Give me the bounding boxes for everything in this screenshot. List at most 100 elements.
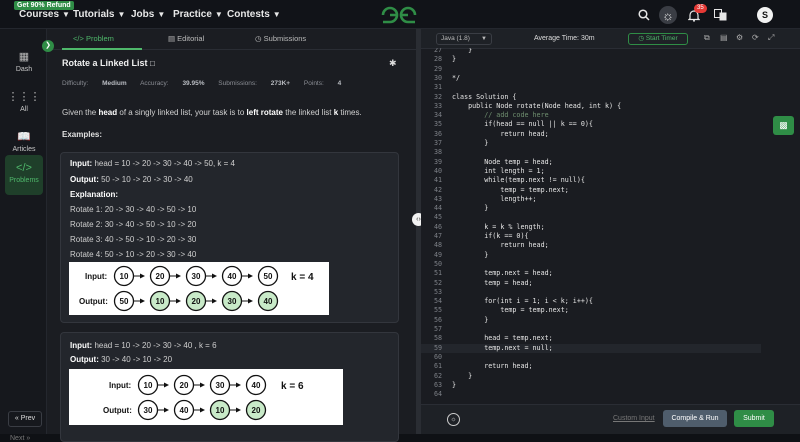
sidebar-item-dash[interactable]: ▦ Dash bbox=[5, 43, 43, 83]
line-number: 39 bbox=[433, 157, 442, 166]
line-number: 47 bbox=[433, 232, 442, 240]
settings-icon[interactable]: ⚙ bbox=[736, 33, 743, 42]
code-text: int length = 1; bbox=[452, 166, 545, 175]
code-text: temp = temp.next; bbox=[452, 306, 569, 315]
next-button[interactable]: Next » bbox=[10, 435, 30, 442]
language-select[interactable]: Java (1.8) ▼ bbox=[436, 33, 492, 45]
report-bug-icon[interactable]: ✱ bbox=[389, 58, 397, 69]
line-number: 27 bbox=[433, 48, 442, 54]
desc-bold: left rotate bbox=[246, 108, 283, 117]
node-value: 10 bbox=[144, 381, 153, 390]
lightbulb-icon[interactable]: ☼ bbox=[447, 413, 460, 426]
code-text: } bbox=[452, 380, 457, 389]
rotation-step: Rotate 4: 50 -> 10 -> 20 -> 30 -> 40 bbox=[70, 250, 197, 259]
code-line[interactable]: 59 temp.next = null; bbox=[421, 343, 761, 353]
line-number: 32 bbox=[433, 92, 442, 101]
line-number: 46 bbox=[433, 222, 442, 231]
theme-toggle-sun-icon[interactable]: ☼ bbox=[659, 6, 677, 24]
node-value: 20 bbox=[252, 406, 261, 415]
nav-contests[interactable]: Contests ▼ bbox=[227, 9, 281, 20]
code-icon: </> bbox=[16, 162, 32, 174]
search-icon[interactable] bbox=[635, 6, 653, 24]
code-text: temp.next = head; bbox=[452, 269, 553, 278]
code-icon: </> bbox=[73, 34, 86, 43]
rotation-step: Rotate 1: 20 -> 30 -> 40 -> 50 -> 10 bbox=[70, 205, 197, 214]
tab-submissions[interactable]: ◷ Submissions bbox=[255, 34, 306, 43]
input-value: head = 10 -> 20 -> 30 -> 40 -> 50, k = 4 bbox=[92, 159, 235, 168]
desc-text: the linked list bbox=[282, 108, 334, 117]
rotation-step: Rotate 2: 30 -> 40 -> 50 -> 10 -> 20 bbox=[70, 220, 197, 229]
translate-icon[interactable] bbox=[711, 6, 729, 24]
line-number: 41 bbox=[433, 176, 442, 185]
points-value: 4 bbox=[337, 80, 342, 87]
submit-button[interactable]: Submit bbox=[734, 410, 774, 427]
book-icon: 📖 bbox=[17, 131, 31, 143]
diagram-input-label: Input: bbox=[85, 272, 107, 281]
tab-label: Problem bbox=[85, 34, 114, 43]
timer-label: Start Timer bbox=[645, 35, 678, 42]
example-box-1: Input: head = 10 -> 20 -> 30 -> 40 -> 50… bbox=[60, 152, 399, 323]
example-output: Output: 50 -> 10 -> 20 -> 30 -> 40 bbox=[70, 175, 193, 184]
explanation-text: Explanation: bbox=[70, 190, 119, 199]
nav-practice[interactable]: Practice ▼ bbox=[173, 9, 223, 20]
line-number: 55 bbox=[433, 306, 442, 315]
desc-text: Given the bbox=[62, 108, 99, 117]
nav-courses[interactable]: Courses ▼ bbox=[19, 9, 70, 20]
code-text: k = k % length; bbox=[452, 222, 545, 231]
line-number: 62 bbox=[433, 371, 442, 380]
custom-input-link[interactable]: Custom Input bbox=[613, 415, 655, 422]
points: Points: 4 bbox=[304, 80, 341, 87]
nav-jobs[interactable]: Jobs ▼ bbox=[131, 9, 165, 20]
fullscreen-icon[interactable]: ⤢ bbox=[768, 33, 774, 43]
line-number: 43 bbox=[433, 194, 442, 203]
collapse-sidebar-button[interactable]: ❯ bbox=[42, 40, 54, 52]
node-value: 10 bbox=[120, 272, 129, 281]
save-icon[interactable]: ▤ bbox=[720, 33, 728, 42]
notification-count-badge: 35 bbox=[694, 4, 707, 13]
node-value: 20 bbox=[156, 272, 165, 281]
code-text: } bbox=[452, 139, 489, 147]
rotation-step: Rotate 3: 40 -> 50 -> 10 -> 20 -> 30 bbox=[70, 235, 197, 244]
line-number: 37 bbox=[433, 139, 442, 147]
start-timer-button[interactable]: ◷ Start Timer bbox=[628, 33, 688, 45]
chevron-down-icon: ▼ bbox=[157, 10, 166, 19]
tab-editorial[interactable]: ▤ Editorial bbox=[168, 34, 204, 43]
code-text: temp = head; bbox=[452, 278, 533, 287]
user-avatar[interactable]: S bbox=[757, 7, 773, 23]
diagram-output-label: Output: bbox=[79, 297, 108, 306]
sidebar-item-problems[interactable]: </> Problems bbox=[5, 155, 43, 195]
code-text: while(temp.next != null){ bbox=[452, 176, 585, 185]
reset-icon[interactable]: ⟳ bbox=[752, 33, 759, 42]
chevron-down-icon: ▼ bbox=[117, 10, 126, 19]
chat-icon[interactable]: ▩ bbox=[773, 116, 794, 135]
output-label: Output: bbox=[70, 355, 99, 364]
tab-label: Editorial bbox=[177, 34, 205, 43]
examples-heading: Examples: bbox=[62, 130, 103, 139]
dashboard-icon: ▦ bbox=[18, 51, 30, 63]
line-number: 49 bbox=[433, 250, 442, 259]
code-text: } bbox=[452, 48, 473, 54]
line-number: 61 bbox=[433, 362, 442, 371]
diagram-input-label: Input: bbox=[109, 381, 131, 390]
chevron-down-icon: ▼ bbox=[481, 36, 487, 42]
explanation-label: Explanation: bbox=[70, 190, 118, 199]
code-text: */ bbox=[452, 73, 461, 82]
copy-icon[interactable]: ⧉ bbox=[704, 33, 710, 43]
code-area[interactable]: 27 } 28} 29 30 */ 31 32 class Solution {33 publ… bbox=[421, 48, 761, 404]
problem-description: Given the head of a singly linked list, … bbox=[62, 108, 412, 117]
code-text: return head; bbox=[452, 362, 533, 371]
nav-tutorials[interactable]: Tutorials ▼ bbox=[73, 9, 125, 20]
bookmark-icon[interactable]: □ bbox=[150, 59, 155, 68]
desc-text: of a singly linked list, your task is to bbox=[117, 108, 247, 117]
prev-button[interactable]: « Prev bbox=[8, 411, 42, 427]
tab-problem[interactable]: </> Problem bbox=[73, 34, 114, 43]
accuracy: Accuracy: 39.95% bbox=[140, 80, 204, 87]
code-text: return head; bbox=[452, 129, 549, 138]
line-number: 30 bbox=[433, 73, 442, 82]
nav-label: Tutorials bbox=[73, 9, 115, 20]
gfg-logo[interactable] bbox=[380, 5, 418, 25]
sidebar-item-all[interactable]: ⋮⋮⋮ All bbox=[5, 83, 43, 123]
k-value-label: k = 6 bbox=[281, 381, 304, 392]
compile-run-button[interactable]: Compile & Run bbox=[663, 410, 727, 427]
code-text: } bbox=[452, 371, 473, 380]
